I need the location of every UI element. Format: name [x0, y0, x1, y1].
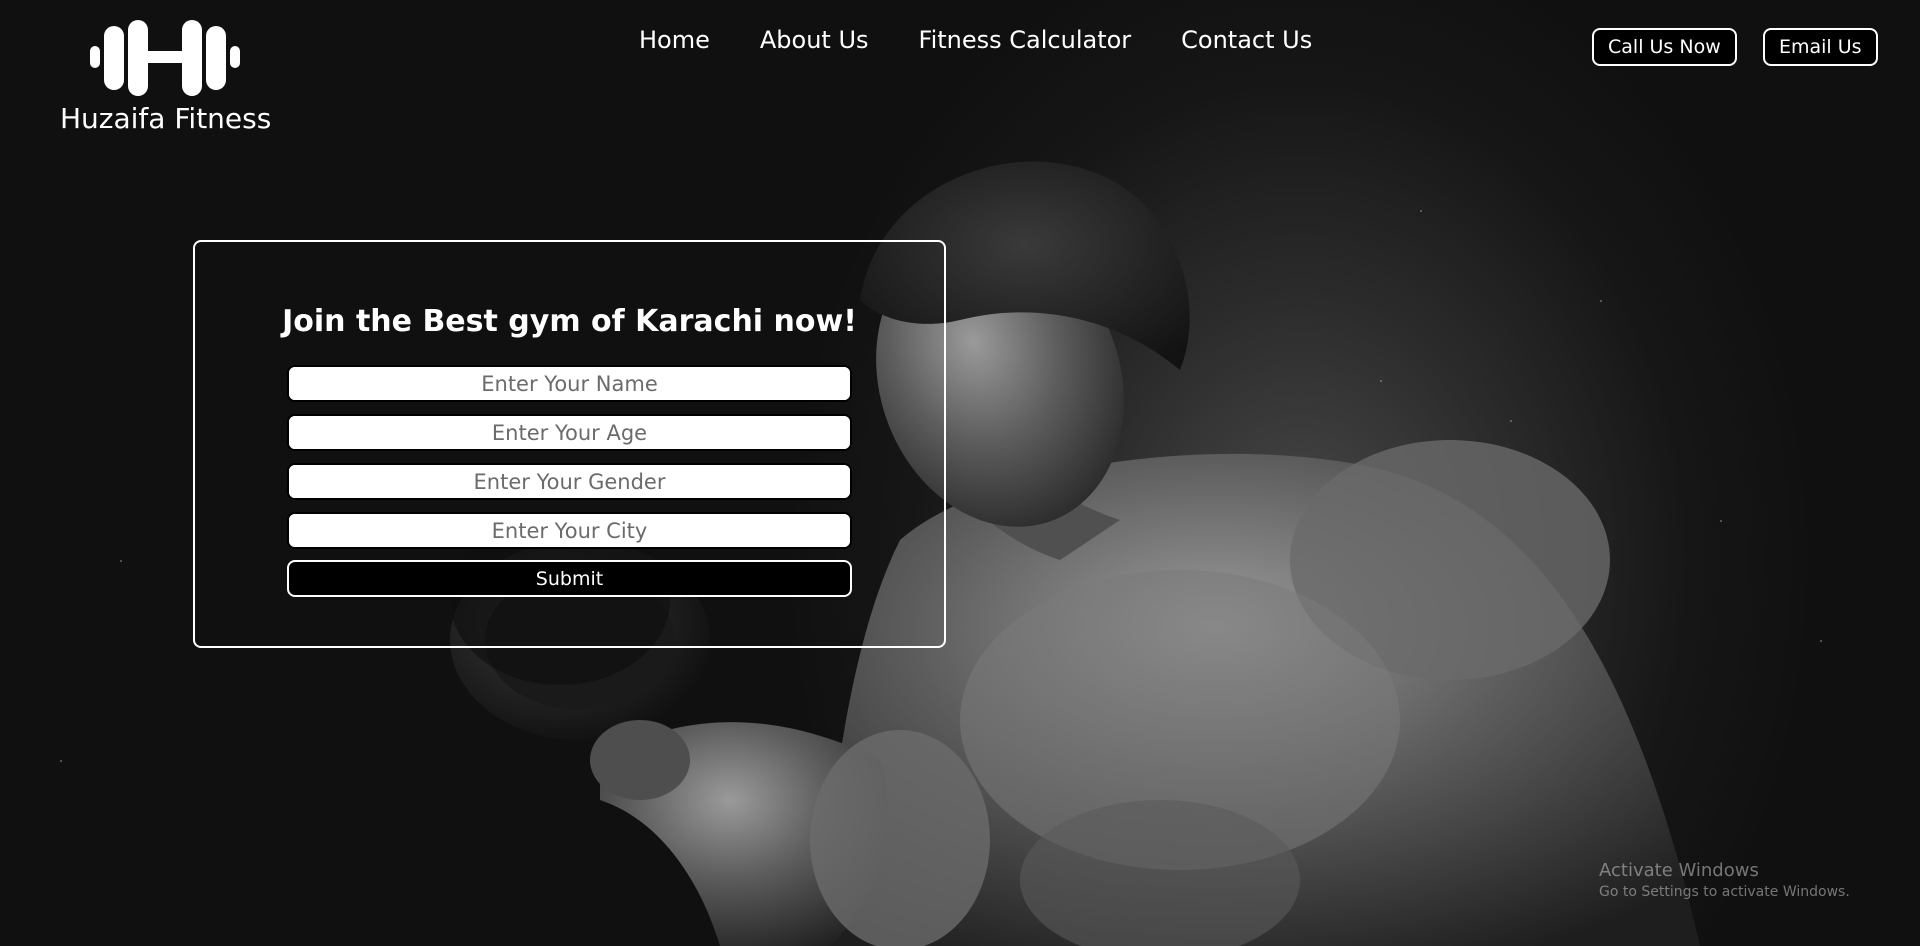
- watermark-subtitle: Go to Settings to activate Windows.: [1599, 884, 1850, 900]
- watermark-title: Activate Windows: [1599, 860, 1759, 881]
- main-nav: Home About Us Fitness Calculator Contact…: [639, 26, 1312, 54]
- nav-link-about-us[interactable]: About Us: [760, 26, 869, 54]
- dust-particle: [120, 560, 122, 562]
- gender-input[interactable]: [287, 463, 852, 500]
- age-input[interactable]: [287, 414, 852, 451]
- call-us-now-button[interactable]: Call Us Now: [1592, 28, 1737, 66]
- dust-particle: [1420, 210, 1422, 212]
- brand-logo[interactable]: Huzaifa Fitness: [60, 20, 272, 135]
- dust-particle: [1820, 640, 1822, 642]
- email-us-button[interactable]: Email Us: [1763, 28, 1878, 66]
- dumbbell-icon: [90, 20, 240, 96]
- activate-windows-watermark: Activate Windows Go to Settings to activ…: [1599, 860, 1850, 900]
- page: Huzaifa Fitness Home About Us Fitness Ca…: [0, 0, 1920, 946]
- nav-link-fitness-calculator[interactable]: Fitness Calculator: [919, 26, 1132, 54]
- name-input[interactable]: [287, 365, 852, 402]
- join-form-title: Join the Best gym of Karachi now!: [282, 304, 857, 339]
- join-form-card: Join the Best gym of Karachi now! Submit: [193, 240, 946, 648]
- nav-link-home[interactable]: Home: [639, 26, 710, 54]
- nav-link-contact-us[interactable]: Contact Us: [1181, 26, 1312, 54]
- city-input[interactable]: [287, 512, 852, 549]
- dust-particle: [1600, 300, 1602, 302]
- dust-particle: [1510, 420, 1512, 422]
- dust-particle: [1720, 520, 1722, 522]
- brand-name: Huzaifa Fitness: [60, 102, 272, 135]
- dust-particle: [60, 760, 62, 762]
- submit-button[interactable]: Submit: [287, 560, 852, 597]
- dust-particle: [1380, 380, 1382, 382]
